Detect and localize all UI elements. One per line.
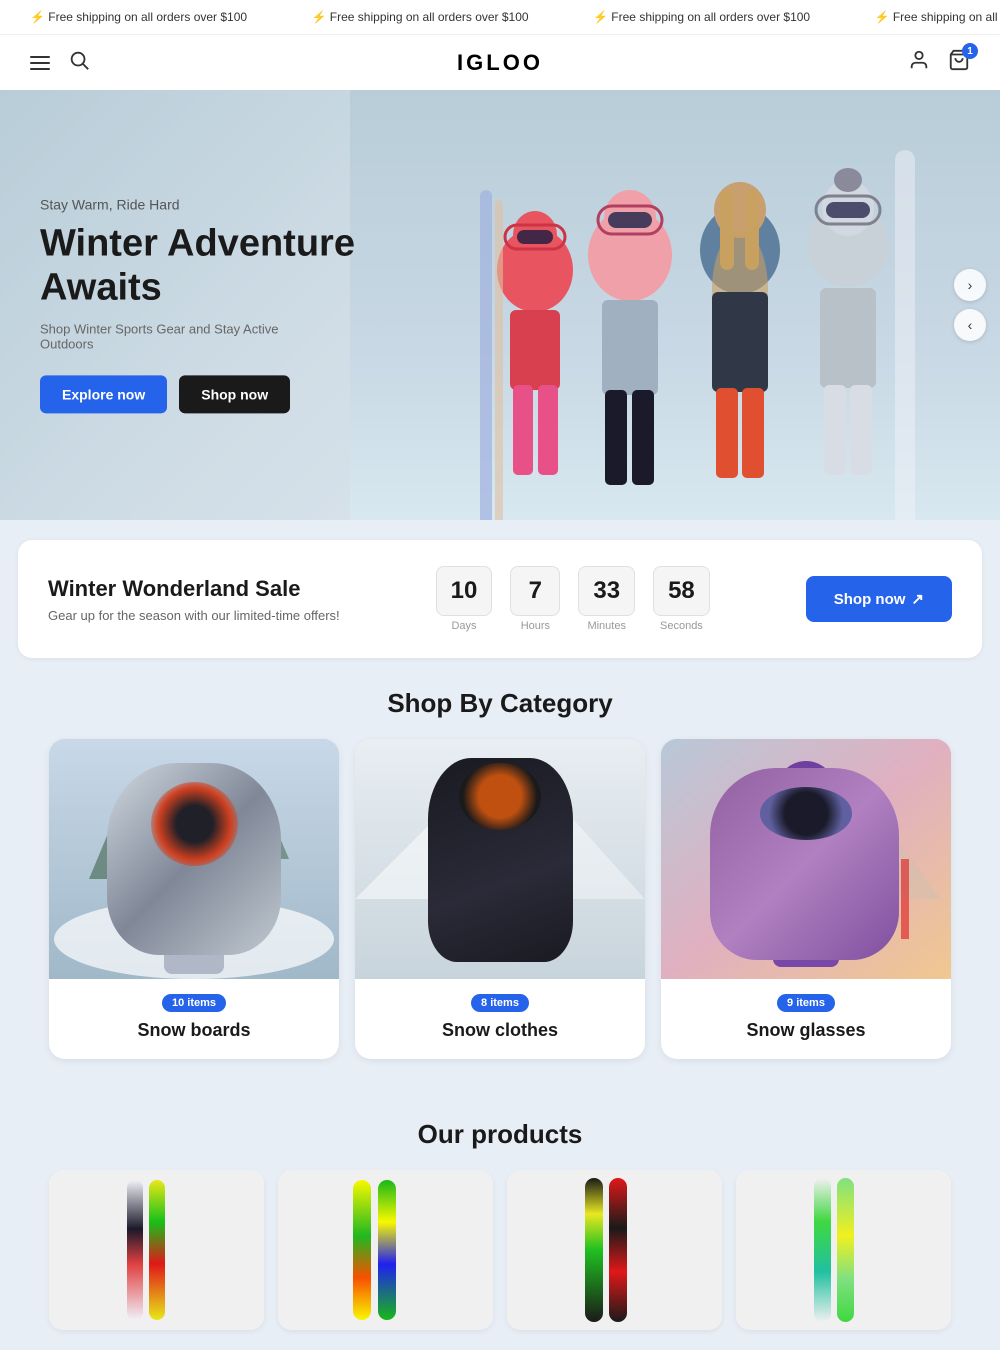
categories-grid: 10 items Snow boards — [0, 739, 1000, 1059]
clothes-name: Snow clothes — [371, 1020, 629, 1041]
countdown: 10 Days 7 Hours 33 Minutes 58 Seconds — [436, 566, 710, 632]
clothes-label: 8 items Snow clothes — [355, 979, 645, 1059]
explore-now-button[interactable]: Explore now — [40, 376, 167, 414]
hero-next-arrow[interactable]: › — [954, 269, 986, 301]
glasses-name: Snow glasses — [677, 1020, 935, 1041]
hero-prev-arrow[interactable]: ‹ — [954, 309, 986, 341]
cart-count: 1 — [962, 43, 978, 59]
shop-now-hero-button[interactable]: Shop now — [179, 376, 290, 414]
search-icon[interactable] — [68, 49, 90, 76]
product-card-4[interactable] — [736, 1170, 951, 1330]
product-card-1[interactable] — [49, 1170, 264, 1330]
header: IGLOO 1 — [0, 35, 1000, 90]
snowboards-badge: 10 items — [162, 994, 226, 1012]
category-card-glasses[interactable]: 9 items Snow glasses — [661, 739, 951, 1059]
categories-section-title: Shop By Category — [0, 688, 1000, 719]
user-icon[interactable] — [908, 49, 930, 76]
countdown-days: 10 Days — [436, 566, 493, 632]
hero-eyebrow: Stay Warm, Ride Hard — [40, 196, 360, 212]
glasses-label: 9 items Snow glasses — [661, 979, 951, 1059]
product-image-3 — [507, 1170, 722, 1330]
sale-banner: Winter Wonderland Sale Gear up for the s… — [18, 540, 982, 658]
sale-shop-now-button[interactable]: Shop now ↗ — [806, 576, 952, 622]
products-section-title: Our products — [18, 1119, 982, 1150]
glasses-badge: 9 items — [777, 994, 835, 1012]
hero-subtitle: Shop Winter Sports Gear and Stay Active … — [40, 322, 320, 352]
sale-info: Winter Wonderland Sale Gear up for the s… — [48, 576, 340, 623]
arrow-icon: ↗ — [911, 590, 924, 608]
snowboards-name: Snow boards — [65, 1020, 323, 1041]
header-left — [30, 49, 90, 76]
cart-button[interactable]: 1 — [948, 49, 970, 76]
product-image-1 — [49, 1170, 264, 1330]
product-card-2[interactable] — [278, 1170, 493, 1330]
sale-subtitle: Gear up for the season with our limited-… — [48, 608, 340, 623]
menu-icon[interactable] — [30, 56, 50, 70]
clothes-image — [355, 739, 645, 979]
product-image-2 — [278, 1170, 493, 1330]
site-logo[interactable]: IGLOO — [457, 50, 543, 76]
products-grid — [18, 1170, 982, 1330]
product-card-3[interactable] — [507, 1170, 722, 1330]
hero-title: Winter Adventure Awaits — [40, 222, 360, 309]
countdown-minutes: 33 Minutes — [578, 566, 635, 632]
hero-navigation: › ‹ — [954, 269, 986, 341]
hero-buttons: Explore now Shop now — [40, 376, 360, 414]
announcement-bar: ⚡ Free shipping on all orders over $100 … — [0, 0, 1000, 35]
snowboards-label: 10 items Snow boards — [49, 979, 339, 1059]
hero-image — [350, 90, 1000, 520]
product-image-4 — [736, 1170, 951, 1330]
sale-title: Winter Wonderland Sale — [48, 576, 340, 602]
countdown-hours: 7 Hours — [510, 566, 560, 632]
announcement-text: ⚡ Free shipping on all orders over $100 … — [0, 8, 1000, 26]
snowboards-image — [49, 739, 339, 979]
category-card-clothes[interactable]: 8 items Snow clothes — [355, 739, 645, 1059]
clothes-badge: 8 items — [471, 994, 529, 1012]
header-right: 1 — [908, 49, 970, 76]
category-card-snowboards[interactable]: 10 items Snow boards — [49, 739, 339, 1059]
countdown-seconds: 58 Seconds — [653, 566, 710, 632]
products-section: Our products — [0, 1059, 1000, 1350]
hero-content: Stay Warm, Ride Hard Winter Adventure Aw… — [40, 196, 360, 413]
glasses-image — [661, 739, 951, 979]
hero-section: Stay Warm, Ride Hard Winter Adventure Aw… — [0, 90, 1000, 520]
